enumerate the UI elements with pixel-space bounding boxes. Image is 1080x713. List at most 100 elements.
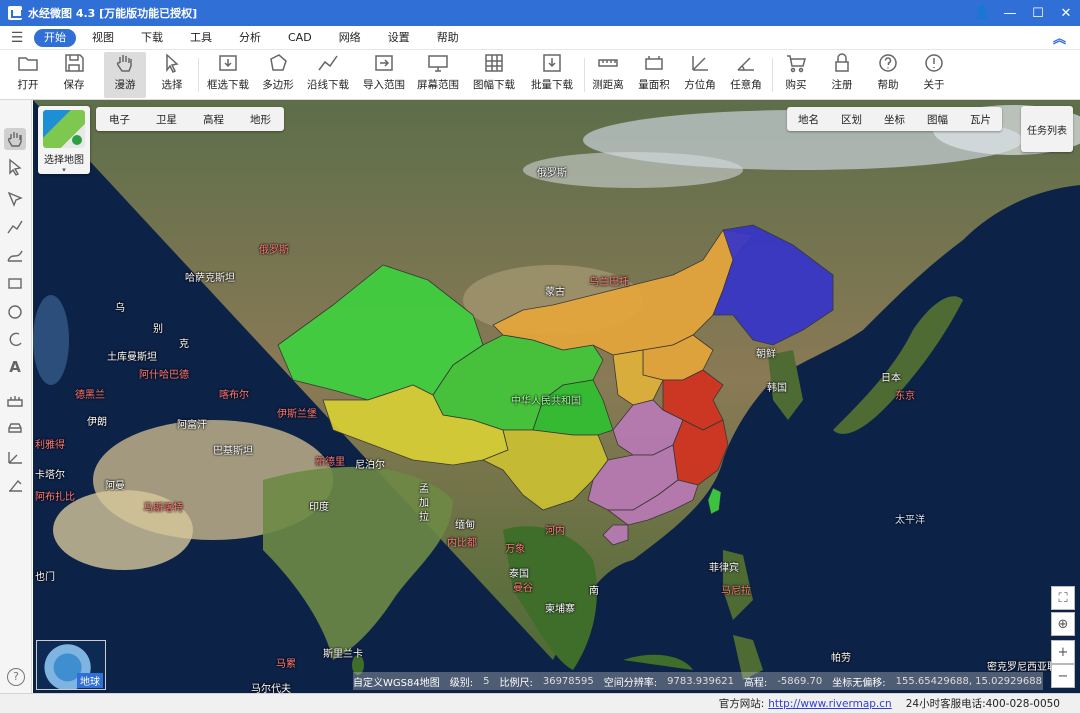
- map-label: 韩国: [767, 383, 787, 394]
- open-button[interactable]: 打开: [8, 52, 48, 98]
- select-map-label: 选择地图: [44, 155, 84, 166]
- point-tool-icon[interactable]: [4, 188, 26, 210]
- overlay-coordinates[interactable]: 坐标: [873, 112, 916, 127]
- phone-label: 24小时客服电话:: [905, 698, 986, 710]
- globe-minimap[interactable]: 地球: [36, 640, 106, 690]
- elevation-label: 高程:: [743, 677, 768, 689]
- help-label: 帮助: [877, 79, 899, 91]
- map-type-terrain[interactable]: 地形: [237, 112, 284, 127]
- save-button[interactable]: 保存: [54, 52, 94, 98]
- azimuth-button[interactable]: 方位角: [680, 52, 720, 98]
- map-type-switcher: 电子 卫星 高程 地形: [96, 107, 284, 131]
- map-status-strip: 自定义WGS84地图 级别: 5 比例尺: 36978595 空间分辨率: 97…: [353, 672, 1043, 690]
- zoom-in-button[interactable]: +: [1051, 640, 1075, 664]
- select-button[interactable]: 选择: [152, 52, 192, 98]
- menu-view[interactable]: 视图: [81, 29, 125, 47]
- cart-icon: [784, 52, 808, 74]
- overlay-place-names[interactable]: 地名: [787, 112, 830, 127]
- map-label: 阿什哈巴德: [139, 370, 189, 381]
- close-button[interactable]: ✕: [1052, 0, 1080, 26]
- map-label: 帕劳: [831, 653, 851, 664]
- zoom-out-button[interactable]: −: [1051, 664, 1075, 688]
- fullscreen-icon[interactable]: ⛶: [1051, 586, 1075, 610]
- collapse-ribbon-icon[interactable]: ︽: [1053, 28, 1066, 47]
- pan-tool-icon[interactable]: [4, 128, 26, 150]
- select-tool-icon[interactable]: [4, 156, 26, 178]
- map-label: 克: [179, 339, 189, 350]
- overlay-divisions[interactable]: 区划: [830, 112, 873, 127]
- menu-download[interactable]: 下载: [130, 29, 174, 47]
- import-range-icon: [372, 52, 396, 74]
- overlay-switcher: 地名 区划 坐标 图幅 瓦片: [787, 107, 1002, 131]
- menu-cad[interactable]: CAD: [277, 29, 323, 47]
- curve-tool-icon[interactable]: [4, 244, 26, 266]
- map-label: 斯里兰卡: [323, 649, 363, 660]
- menu-settings[interactable]: 设置: [377, 29, 421, 47]
- pan-button[interactable]: 漫游: [104, 52, 146, 98]
- map-label: 太平洋: [895, 515, 925, 526]
- map-label: 喀布尔: [219, 390, 249, 401]
- arc-tool-icon[interactable]: [4, 328, 26, 350]
- polygon-download-button[interactable]: 多边形: [258, 52, 298, 98]
- ruler-tool-icon[interactable]: [4, 474, 26, 496]
- map-label: 别: [153, 324, 163, 335]
- maximize-button[interactable]: ☐: [1024, 0, 1052, 26]
- measure-distance-label: 测距离: [592, 79, 624, 91]
- measure-area-button[interactable]: 量面积: [634, 52, 674, 98]
- map-view[interactable]: 俄罗斯 俄罗斯 乌兰巴托 蒙古 哈萨克斯坦 乌 别 克 土库曼斯坦 阿什哈巴德 …: [33, 100, 1080, 693]
- map-label: 马尼拉: [721, 586, 751, 597]
- map-type-elevation[interactable]: 高程: [190, 112, 237, 127]
- rect-download-button[interactable]: 框选下载: [204, 52, 252, 98]
- line-download-button[interactable]: 沿线下载: [304, 52, 352, 98]
- text-tool-icon[interactable]: A: [4, 356, 26, 378]
- any-angle-button[interactable]: 任意角: [726, 52, 766, 98]
- help-circle-icon[interactable]: ?: [7, 668, 25, 686]
- cursor-icon: [160, 52, 184, 74]
- help-button[interactable]: 帮助: [868, 52, 908, 98]
- buy-button[interactable]: 购买: [776, 52, 816, 98]
- select-map-button[interactable]: 选择地图 ▾: [38, 106, 90, 174]
- coord-label: 坐标无偏移:: [832, 677, 886, 689]
- ribbon-toolbar: 打开 保存 漫游 选择 框选下载 多边形 沿线下载 导入范围 屏幕范围 图幅下载…: [0, 50, 1080, 100]
- vehicle-tool-icon[interactable]: [4, 418, 26, 440]
- menu-bar: ☰ 开始 视图 下载 工具 分析 CAD 网络 设置 帮助 ︽: [0, 26, 1080, 50]
- map-label: 阿布扎比: [35, 492, 75, 503]
- register-button[interactable]: 注册: [822, 52, 862, 98]
- map-label: 孟: [419, 484, 429, 495]
- polyline-tool-icon[interactable]: [4, 216, 26, 238]
- batch-download-icon: [540, 52, 564, 74]
- lock-icon: [830, 52, 854, 74]
- menu-network[interactable]: 网络: [328, 29, 372, 47]
- overlay-tiles[interactable]: 瓦片: [959, 112, 1002, 127]
- status-bar: 官方网站: http://www.rivermap.cn 24小时客服电话: 4…: [0, 693, 1080, 713]
- map-label: 拉: [419, 512, 429, 523]
- menu-analysis[interactable]: 分析: [228, 29, 272, 47]
- circle-tool-icon[interactable]: [4, 300, 26, 322]
- angle-tool-icon[interactable]: [4, 446, 26, 468]
- minimize-button[interactable]: —: [996, 0, 1024, 26]
- line-download-label: 沿线下载: [307, 79, 349, 91]
- measure-tool-icon[interactable]: [4, 390, 26, 412]
- overlay-sheets[interactable]: 图幅: [916, 112, 959, 127]
- website-link[interactable]: http://www.rivermap.cn: [768, 698, 891, 710]
- user-account-icon[interactable]: 👤: [968, 0, 996, 26]
- locate-icon[interactable]: ⊕: [1051, 612, 1075, 636]
- menu-start[interactable]: 开始: [34, 28, 76, 47]
- measure-distance-button[interactable]: 测距离: [588, 52, 628, 98]
- chevron-down-icon: ▾: [62, 166, 66, 174]
- resolution-value: 9783.939621: [667, 675, 734, 687]
- scale-label: 比例尺:: [499, 677, 533, 689]
- import-range-button[interactable]: 导入范围: [360, 52, 408, 98]
- map-type-satellite[interactable]: 卫星: [143, 112, 190, 127]
- menu-tools[interactable]: 工具: [179, 29, 223, 47]
- screen-range-button[interactable]: 屏幕范围: [414, 52, 462, 98]
- sheet-download-button[interactable]: 图幅下载: [468, 52, 520, 98]
- rectangle-tool-icon[interactable]: [4, 272, 26, 294]
- map-type-electronic[interactable]: 电子: [96, 112, 143, 127]
- hamburger-menu-icon[interactable]: ☰: [0, 30, 34, 46]
- menu-help[interactable]: 帮助: [426, 29, 470, 47]
- task-list-button[interactable]: 任务列表: [1021, 106, 1073, 152]
- about-button[interactable]: 关于: [914, 52, 954, 98]
- buy-label: 购买: [785, 79, 807, 91]
- batch-download-button[interactable]: 批量下载: [526, 52, 578, 98]
